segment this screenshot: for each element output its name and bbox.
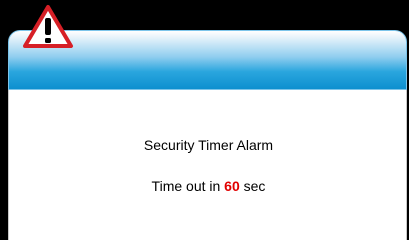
dialog-title: Security Timer Alarm [143, 137, 274, 153]
timeout-message: Time out in 60 sec [9, 178, 408, 194]
warning-icon [23, 5, 73, 48]
timeout-seconds: 60 [224, 178, 240, 194]
dialog-body: Security Timer Alarm Time out in 60 sec [8, 90, 407, 240]
timeout-prefix: Time out in [151, 178, 221, 194]
timeout-suffix: sec [243, 178, 266, 194]
security-timer-dialog: Security Timer Alarm Time out in 60 sec [8, 0, 408, 240]
